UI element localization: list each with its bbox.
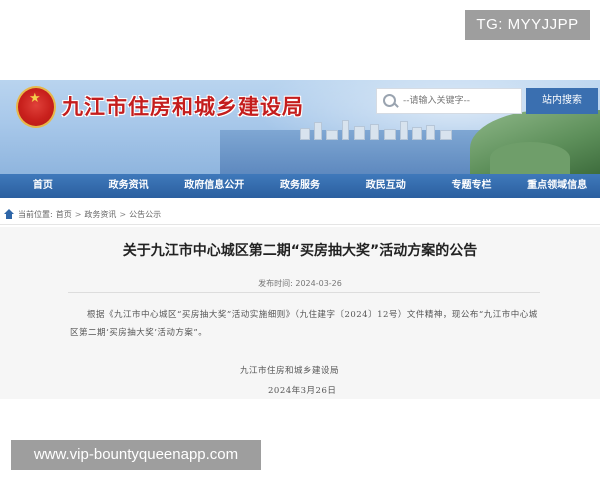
breadcrumb: 当前位置: 首页 > 政务资讯 > 公告公示 <box>4 207 161 221</box>
nav-item-government-services[interactable]: 政务服务 <box>257 174 343 198</box>
article-divider <box>68 292 540 293</box>
search-button[interactable]: 站内搜索 <box>526 88 598 114</box>
search-icon <box>377 89 403 113</box>
nav-item-special-topics[interactable]: 专题专栏 <box>429 174 515 198</box>
search-box[interactable] <box>376 88 522 114</box>
article-title: 关于九江市中心城区第二期“买房抽大奖”活动方案的公告 <box>122 243 478 259</box>
nav-item-government-news[interactable]: 政务资讯 <box>86 174 172 198</box>
breadcrumb-separator: > <box>74 209 82 219</box>
site-title[interactable]: 九江市住房和城乡建设局 <box>62 91 304 121</box>
breadcrumb-item-home[interactable]: 首页 <box>56 209 72 220</box>
tg-watermark: TG: MYYJJPP <box>465 10 590 40</box>
breadcrumb-item-announcements[interactable]: 公告公示 <box>129 209 161 220</box>
url-watermark: www.vip-bountyqueenapp.com <box>11 440 261 470</box>
nav-item-key-areas[interactable]: 重点领域信息 <box>514 174 600 198</box>
home-icon <box>4 209 14 219</box>
article-body: 根据《九江市中心城区“买房抽大奖”活动实施细则》（九住建字〔2024〕12号）文… <box>70 310 538 338</box>
article-signature-org: 九江市住房和城乡建设局 <box>240 366 340 376</box>
breadcrumb-divider <box>0 224 600 225</box>
breadcrumb-item-news[interactable]: 政务资讯 <box>84 209 116 220</box>
banner-city-skyline <box>300 118 460 140</box>
search-input[interactable] <box>403 90 519 112</box>
article-signature-date: 2024年3月26日 <box>268 386 337 396</box>
banner-hill-small <box>490 142 570 174</box>
breadcrumb-separator: > <box>119 209 127 219</box>
emblem-star-icon: ★ <box>29 91 41 106</box>
nav-item-public-interaction[interactable]: 政民互动 <box>343 174 429 198</box>
site-banner: ★ 九江市住房和城乡建设局 站内搜索 <box>0 80 600 174</box>
breadcrumb-label: 当前位置: <box>18 209 53 219</box>
nav-item-info-disclosure[interactable]: 政府信息公开 <box>171 174 257 198</box>
article-publish-date: 发布时间: 2024-03-26 <box>258 279 342 288</box>
main-nav: 首页 政务资讯 政府信息公开 政务服务 政民互动 专题专栏 重点领域信息 <box>0 174 600 198</box>
nav-item-home[interactable]: 首页 <box>0 174 86 198</box>
